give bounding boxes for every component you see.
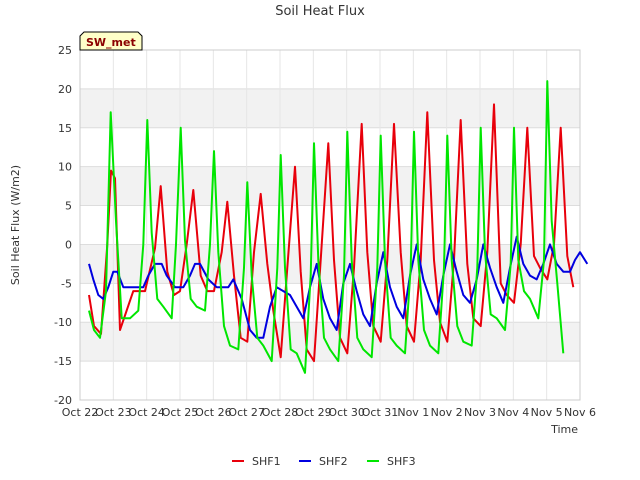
legend-label: SHF1 <box>252 455 281 468</box>
x-tick-label: Oct 27 <box>228 406 265 419</box>
x-tick-label: Oct 31 <box>362 406 399 419</box>
y-tick-label: 25 <box>58 44 72 57</box>
x-tick-label: Nov 6 <box>564 406 596 419</box>
x-axis-label: Time <box>550 423 578 436</box>
y-axis-label: Soil Heat Flux (W/m2) <box>9 165 22 285</box>
x-tick-label: Oct 28 <box>262 406 299 419</box>
legend-label: SHF3 <box>387 455 416 468</box>
legend-label: SHF2 <box>319 455 348 468</box>
x-tick-label: Oct 25 <box>162 406 199 419</box>
y-tick-label: -15 <box>54 355 72 368</box>
y-tick-label: -5 <box>61 277 72 290</box>
y-tick-label: 5 <box>65 200 72 213</box>
x-tick-label: Oct 24 <box>128 406 165 419</box>
legend: SHF1 SHF2 SHF3 <box>232 455 416 468</box>
x-tick-label: Nov 4 <box>497 406 529 419</box>
x-tick-label: Nov 2 <box>431 406 463 419</box>
y-tick-label: -10 <box>54 316 72 329</box>
y-tick-label: 0 <box>65 238 72 251</box>
station-badge-label: SW_met <box>86 36 136 49</box>
y-tick-label: 15 <box>58 122 72 135</box>
x-tick-label: Oct 22 <box>62 406 99 419</box>
station-badge: SW_met <box>79 31 143 51</box>
x-tick-labels: Oct 22Oct 23Oct 24Oct 25Oct 26Oct 27Oct … <box>62 406 596 419</box>
y-tick-label: 20 <box>58 83 72 96</box>
plot-band <box>80 88 580 128</box>
x-tick-label: Oct 26 <box>195 406 232 419</box>
soil-heat-flux-chart: -20-15-10-50510152025 Oct 22Oct 23Oct 24… <box>0 0 640 480</box>
x-tick-label: Nov 1 <box>397 406 429 419</box>
x-tick-label: Oct 29 <box>295 406 332 419</box>
chart-title: Soil Heat Flux <box>275 4 365 19</box>
x-tick-label: Nov 3 <box>464 406 496 419</box>
x-tick-label: Nov 5 <box>531 406 563 419</box>
x-tick-label: Oct 30 <box>328 406 365 419</box>
y-tick-label: 10 <box>58 161 72 174</box>
x-tick-label: Oct 23 <box>95 406 132 419</box>
